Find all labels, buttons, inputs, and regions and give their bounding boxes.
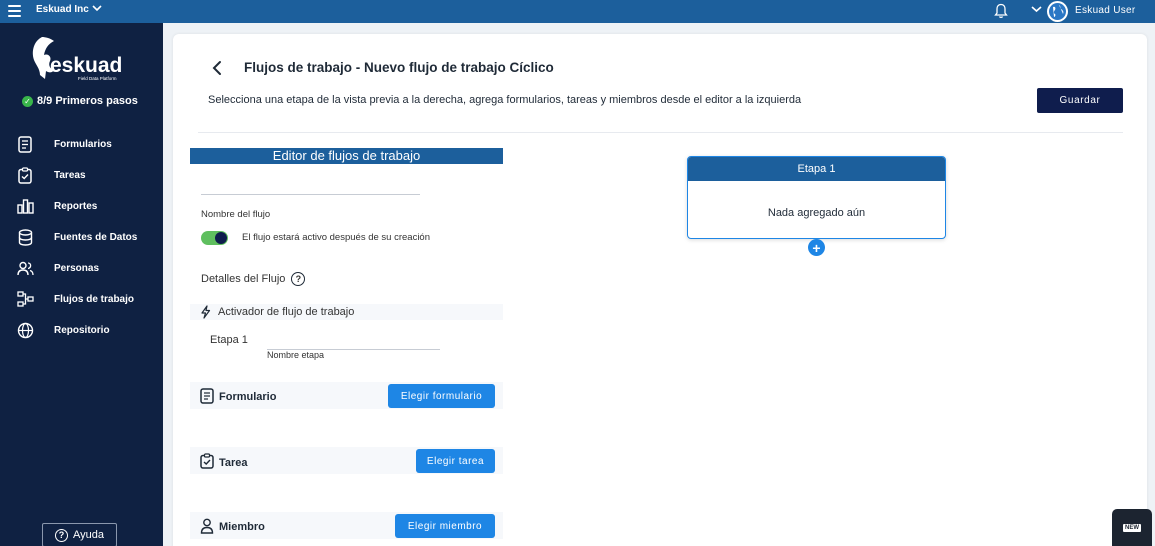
choose-task-button[interactable]: Elegir tarea [416,449,495,473]
add-stage-button[interactable]: + [808,239,825,256]
workflow-details: Detalles del Flujo ? [201,272,306,286]
active-toggle-label: El flujo estará activo después de su cre… [242,232,430,243]
sidebar-item-label: Personas [54,262,100,274]
stage-preview-empty: Nada agregado aún [767,207,866,219]
trigger-label: Activador de flujo de trabajo [218,306,355,318]
avatar[interactable] [1047,1,1068,22]
sidebar-item-tareas[interactable]: Tareas [16,165,86,185]
people-icon [16,259,34,277]
sidebar-item-label: Formularios [54,138,112,150]
eskuad-logo: eskuad Field Data Platform [32,37,122,81]
sidebar-item-fuentes-de-datos[interactable]: Fuentes de Datos [16,227,137,247]
task-label: Tarea [219,457,248,469]
svg-text:Field Data Platform: Field Data Platform [78,76,117,81]
sidebar-item-flujos-de-trabajo[interactable]: Flujos de trabajo [16,289,134,309]
form-label: Formulario [219,391,277,403]
header-divider [198,132,1123,133]
choose-form-button[interactable]: Elegir formulario [388,384,495,408]
stage-preview-card[interactable]: Etapa 1 Nada agregado aún [687,156,946,239]
sidebar-item-label: Tareas [54,169,86,181]
form-icon [16,135,34,153]
workflow-icon [16,290,34,308]
clipboard-icon [16,166,34,184]
stage-preview-title: Etapa 1 [688,157,945,181]
workflow-name-input[interactable] [201,178,420,195]
page-title: Flujos de trabajo - Nuevo flujo de traba… [244,60,554,75]
stage-name-input[interactable] [267,336,440,350]
help-label: Ayuda [73,529,104,541]
stage-name-caption: Nombre etapa [267,350,325,360]
toggle-knob [215,232,227,244]
plus-icon: + [812,239,821,256]
choose-member-button[interactable]: Elegir miembro [395,514,495,538]
globe-icon [16,321,34,339]
sidebar-item-label: Flujos de trabajo [54,293,135,305]
sidebar-item-label: Fuentes de Datos [54,231,138,243]
sidebar-item-reportes[interactable]: Reportes [16,196,97,216]
steps-label: 8/9 Primeros pasos [37,95,138,107]
workflow-editor: Editor de flujos de trabajo Nombre del f… [190,148,503,546]
workflow-name-label: Nombre del flujo [201,209,271,220]
editor-title: Editor de flujos de trabajo [190,148,503,164]
help-circle-icon[interactable]: ? [291,272,306,286]
sidebar-item-label: Reportes [54,200,98,212]
menu-icon[interactable] [8,5,21,17]
bell-icon[interactable] [994,3,1008,19]
database-icon [16,228,34,246]
clipboard-icon [200,453,214,469]
details-label: Detalles del Flujo [201,273,286,285]
user-name[interactable]: Eskuad User [1075,5,1136,16]
help-button[interactable]: ? Ayuda [42,523,117,546]
bar-chart-icon [16,197,34,215]
active-toggle[interactable] [201,231,228,245]
user-menu-chevron-icon[interactable] [1031,4,1042,16]
chevron-down-icon [92,4,102,15]
whats-new-button[interactable]: NEW [1112,509,1152,546]
save-button[interactable]: Guardar [1037,88,1123,113]
sidebar-item-repositorio[interactable]: Repositorio [16,320,110,340]
org-selector[interactable]: Eskuad Inc [36,4,102,15]
sidebar-item-formularios[interactable]: Formularios [16,134,112,154]
back-arrow-icon[interactable] [211,60,223,76]
svg-text:eskuad: eskuad [50,54,122,77]
form-icon [200,388,214,404]
top-bar: Eskuad Inc Eskuad User [0,0,1155,23]
sidebar-item-label: Repositorio [54,324,110,336]
stage-label: Etapa 1 [210,334,248,346]
sidebar-item-personas[interactable]: Personas [16,258,99,278]
onboarding-steps[interactable]: ✓ 8/9 Primeros pasos [22,95,138,107]
sidebar: eskuad Field Data Platform ✓ 8/9 Primero… [0,23,163,546]
lightning-icon [201,305,211,319]
org-name: Eskuad Inc [36,4,89,15]
help-icon: ? [55,528,68,542]
check-circle-icon: ✓ [22,95,33,107]
person-icon [200,518,214,534]
member-label: Miembro [219,521,265,533]
new-badge-label: NEW [1123,523,1141,532]
page-subtitle: Selecciona una etapa de la vista previa … [208,94,802,106]
